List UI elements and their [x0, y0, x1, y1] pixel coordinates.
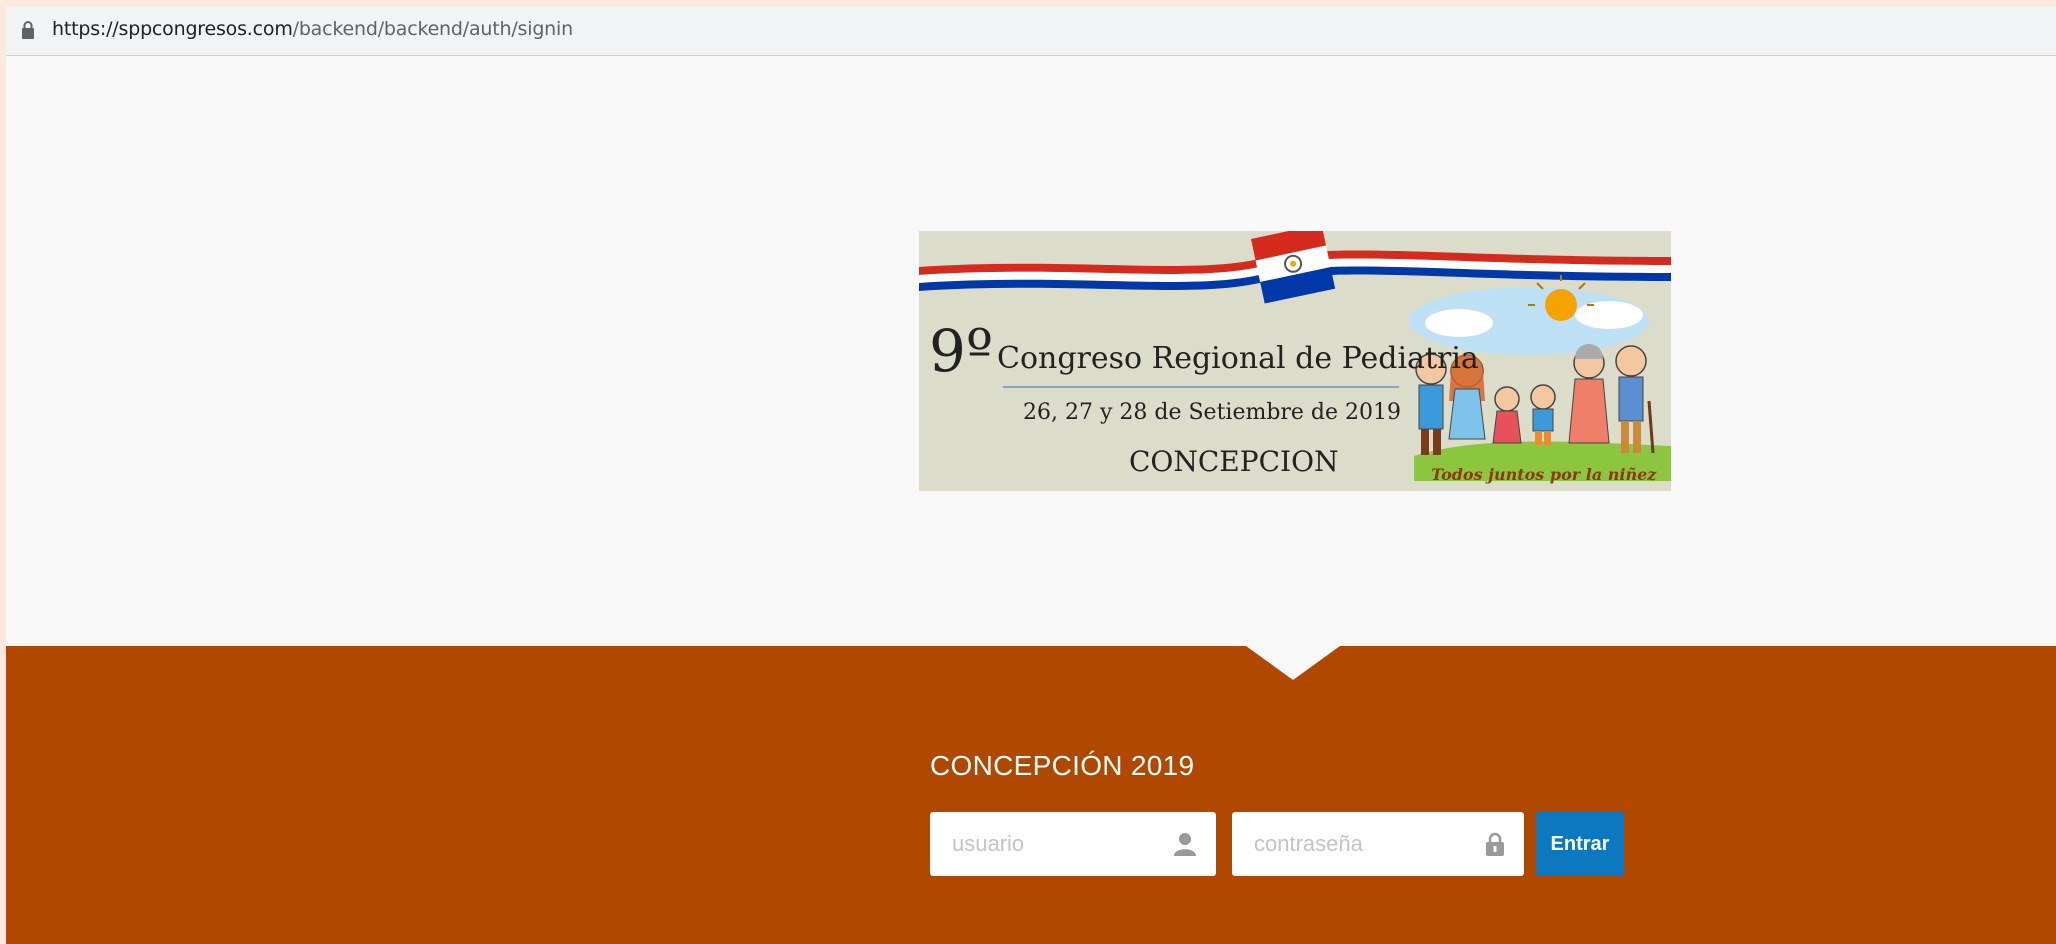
banner-title: Congreso Regional de Pediatria — [997, 341, 1479, 376]
url-path: /backend/backend/auth/signin — [292, 18, 574, 40]
submit-button[interactable]: Entrar — [1536, 812, 1624, 876]
banner-dates: 26, 27 y 28 de Setiembre de 2019 — [1023, 400, 1401, 425]
section-notch — [1246, 646, 1340, 680]
password-field[interactable] — [1232, 812, 1524, 876]
banner-number: 9º — [929, 317, 993, 385]
login-section — [6, 646, 2056, 944]
url-text[interactable]: https://sppcongresos.com/backend/backend… — [52, 18, 573, 40]
password-input[interactable] — [1232, 812, 1524, 876]
congress-banner: 9º Congreso Regional de Pediatria 26, 27… — [919, 231, 1671, 491]
browser-window: https://sppcongresos.com/backend/backend… — [6, 6, 2056, 944]
user-icon — [1174, 833, 1196, 856]
url-host: https://sppcongresos.com — [52, 18, 293, 40]
banner-slogan: Todos juntos por la niñez — [1431, 465, 1657, 484]
address-bar[interactable]: https://sppcongresos.com/backend/backend… — [6, 6, 2056, 56]
padlock-icon — [1486, 832, 1504, 856]
lock-icon — [22, 21, 34, 39]
username-field[interactable] — [930, 812, 1216, 876]
banner-city: CONCEPCION — [1129, 445, 1339, 478]
login-title: CONCEPCIÓN 2019 — [930, 750, 1195, 781]
